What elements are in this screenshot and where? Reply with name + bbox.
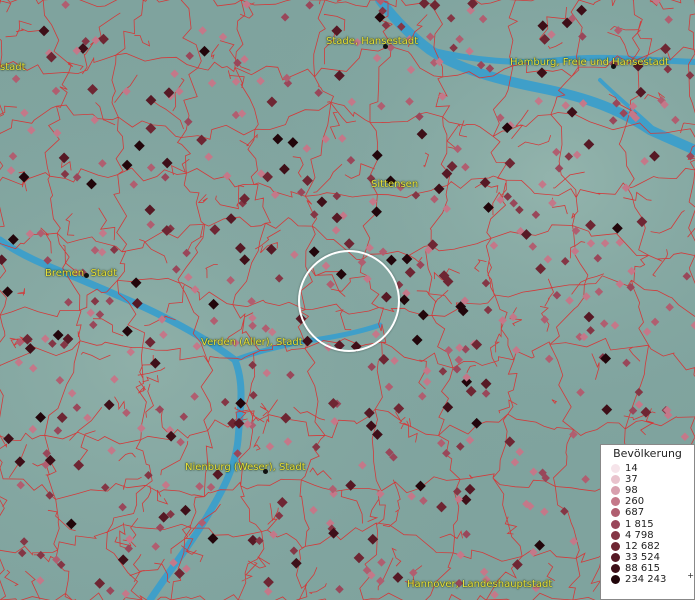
legend-swatch: [611, 486, 620, 496]
city-label-nienburg[interactable]: Nienburg (Weser), Stadt: [185, 462, 306, 474]
legend-swatch: [611, 464, 620, 474]
legend-label: 234 243: [625, 573, 667, 585]
city-label-partial-left[interactable]: stadt: [0, 62, 26, 74]
city-label-hamburg[interactable]: Hamburg, Freie und Hansestadt: [510, 57, 669, 69]
legend-swatch: [611, 497, 620, 507]
legend-title: Bevölkerung: [613, 447, 682, 460]
legend-label: 14: [625, 463, 638, 475]
city-label-bremen[interactable]: Bremen, Stadt: [45, 268, 117, 280]
legend-swatch: [611, 574, 620, 584]
legend-swatch: [611, 541, 620, 551]
city-marker-bremen: [84, 273, 89, 278]
legend-entry: 37: [601, 474, 694, 485]
legend-swatch: [611, 508, 620, 518]
legend-label: 1 815: [625, 518, 654, 530]
city-label-hannover[interactable]: Hannover, Landeshauptstadt: [407, 579, 552, 591]
city-marker-nienburg: [263, 469, 268, 474]
legend-swatch: [611, 552, 620, 562]
legend-label: 37: [625, 474, 638, 486]
legend-entry: 12 682: [601, 541, 694, 552]
legend-entry: 1 815: [601, 518, 694, 530]
city-label-sittensen[interactable]: Sittensen: [371, 179, 418, 191]
legend-entry: 33 524: [601, 552, 694, 563]
city-label-stade[interactable]: Stade, Hansestadt: [326, 36, 418, 48]
population-legend: Bevölkerung 14 37 98 260 687 1 815 4 798 12 682…: [600, 444, 695, 600]
legend-label: 98: [625, 485, 638, 497]
legend-entry: 260: [601, 496, 694, 507]
legend-entry: 88 615: [601, 563, 694, 574]
legend-entry: 14: [601, 463, 694, 474]
legend-label: 33 524: [625, 551, 660, 563]
legend-swatch: [611, 519, 620, 529]
legend-entry: 234 243 +: [601, 570, 694, 585]
legend-entry: 4 798: [601, 530, 694, 541]
legend-entries: 14 37 98 260 687 1 815 4 798 12 682 33 524 88 615…: [601, 463, 694, 585]
city-marker-stade: [383, 44, 388, 49]
legend-label: 4 798: [625, 529, 654, 541]
legend-swatch: [611, 475, 620, 485]
legend-label: 12 682: [625, 540, 660, 552]
legend-entry: 687: [601, 507, 694, 518]
city-label-verden[interactable]: Verden (Aller), Stadt: [201, 337, 303, 349]
legend-plus-mark: +: [687, 570, 694, 580]
selection-circle[interactable]: [298, 250, 400, 352]
city-marker-hamburg: [611, 64, 616, 69]
legend-label: 88 615: [625, 562, 660, 574]
legend-swatch: [611, 530, 620, 540]
legend-label: 687: [625, 507, 645, 519]
legend-label: 260: [625, 496, 645, 508]
legend-swatch: [611, 563, 620, 573]
legend-entry: 98: [601, 485, 694, 496]
